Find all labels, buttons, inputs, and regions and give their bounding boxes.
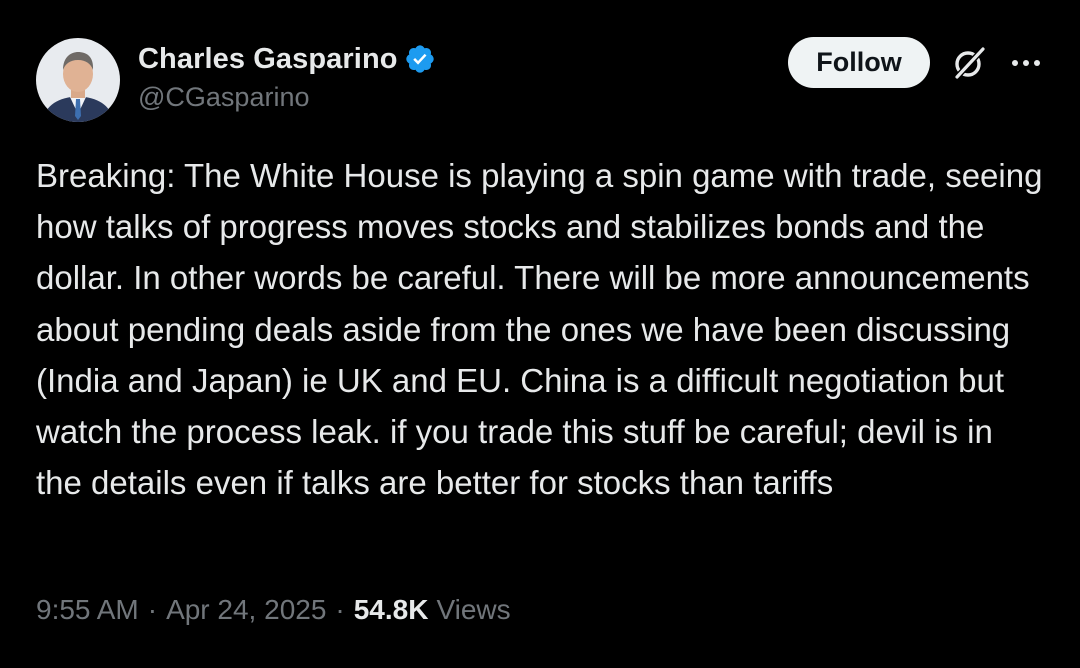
- author-name-row: Charles Gasparino: [138, 40, 436, 78]
- author-handle[interactable]: @CGasparino: [138, 82, 436, 113]
- tweet-time[interactable]: 9:55 AM: [36, 594, 139, 626]
- author-display-name[interactable]: Charles Gasparino: [138, 43, 398, 76]
- meta-separator: ·: [147, 594, 158, 625]
- grok-icon[interactable]: [950, 44, 988, 82]
- verified-badge-icon: [404, 43, 436, 75]
- more-options-icon[interactable]: [1008, 48, 1044, 78]
- avatar[interactable]: [36, 38, 120, 122]
- tweet-text: Breaking: The White House is playing a s…: [36, 157, 1052, 502]
- follow-button[interactable]: Follow: [788, 37, 930, 88]
- tweet-meta: 9:55 AM · Apr 24, 2025 · 54.8K Views: [36, 594, 511, 626]
- views-label: Views: [436, 594, 511, 625]
- views-count: 54.8K: [353, 594, 429, 625]
- profile-photo-icon: [36, 38, 120, 122]
- meta-separator: ·: [335, 594, 345, 625]
- author-info: Charles Gasparino @CGasparino: [138, 40, 436, 113]
- tweet-card: Charles Gasparino @CGasparino Follow Bre…: [0, 0, 1080, 668]
- tweet-date[interactable]: Apr 24, 2025: [166, 594, 326, 626]
